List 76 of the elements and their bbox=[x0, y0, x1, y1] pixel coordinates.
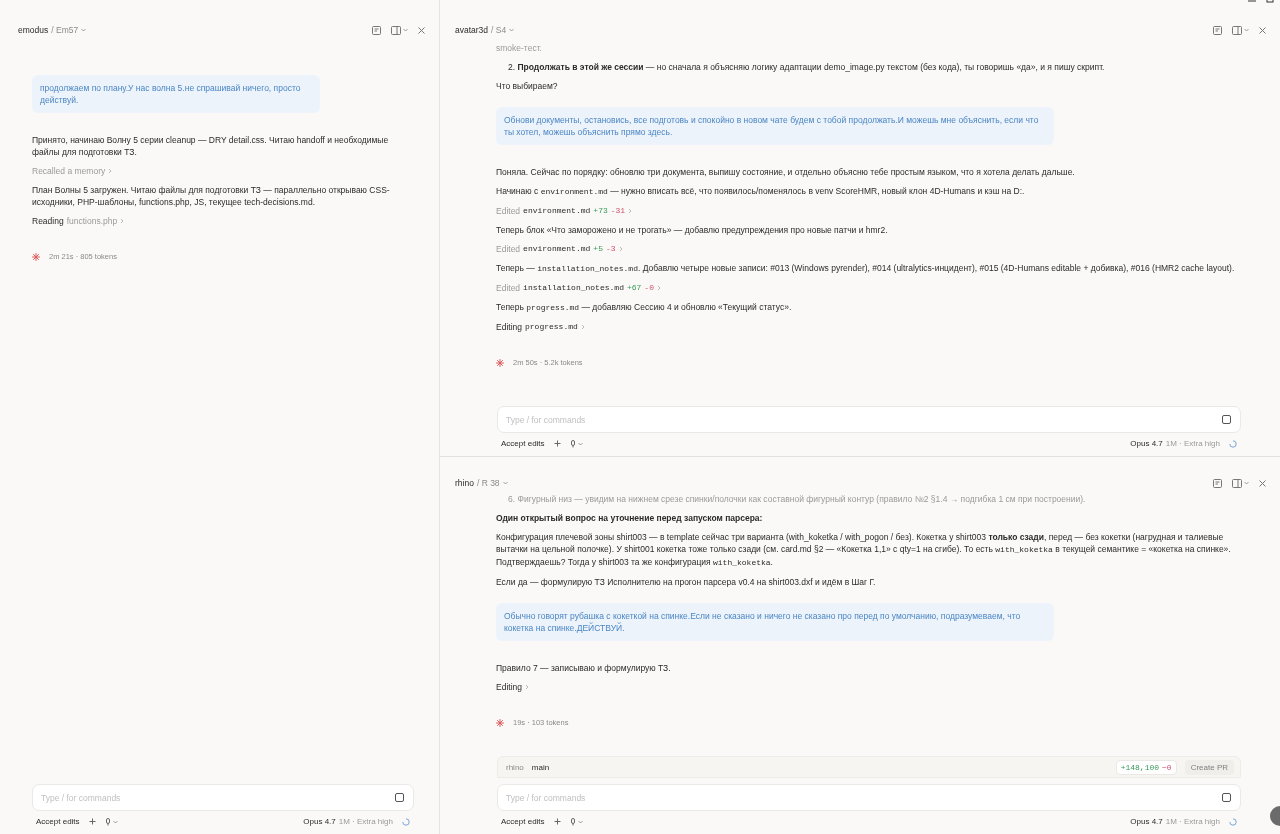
caret-icon bbox=[509, 28, 515, 32]
close-icon[interactable] bbox=[1259, 479, 1266, 487]
message-text: Начинаю с environment.md — нужно вписать всё, что появилось/поменялось в venv ScoreHMR, новый клон 4D-Humans и кэш на D:. bbox=[496, 185, 1026, 198]
tool-step[interactable]: Edited installation_notes.md +67 -0 bbox=[496, 282, 661, 294]
model-selector[interactable]: Opus 4.7 1M · Extra high bbox=[303, 817, 393, 826]
tool-step[interactable]: Edited environment.md +73 -31 bbox=[496, 205, 633, 217]
plus-icon[interactable] bbox=[553, 440, 561, 447]
split-view-button[interactable] bbox=[391, 25, 408, 35]
chevron-icon bbox=[628, 208, 633, 214]
accept-edits-button[interactable]: Accept edits bbox=[501, 817, 545, 826]
notes-icon[interactable] bbox=[372, 25, 381, 35]
close-icon[interactable] bbox=[418, 26, 425, 34]
mic-button[interactable] bbox=[104, 817, 118, 826]
asterisk-icon bbox=[496, 718, 504, 727]
chevron-icon bbox=[618, 246, 623, 252]
loading-icon bbox=[402, 817, 410, 826]
model-selector[interactable]: Opus 4.7 1M · Extra high bbox=[1130, 817, 1220, 826]
diff-stat: +148,100 −0 bbox=[1115, 759, 1177, 775]
chevron-icon bbox=[120, 218, 125, 224]
message-text: План Волны 5 загружен. Читаю файлы для подготовки ТЗ — параллельно открываю CSS-исходники, PHP-шаблоны, functions.php, JS, текущее tech-decisions.md. bbox=[32, 184, 391, 208]
list-item: 2. Продолжать в этой же сессии — но сначала я объясняю логику адаптации demo_image.py текстом (без кода), ты говоришь «да», и я пишу скрипт. bbox=[507, 61, 1106, 73]
branch-label[interactable]: main bbox=[531, 762, 1108, 772]
message-text: Один открытый вопрос на уточнение перед запуском парсера: bbox=[496, 512, 764, 524]
accept-edits-button[interactable]: Accept edits bbox=[501, 439, 545, 448]
caret-icon bbox=[1244, 28, 1249, 32]
caret-icon bbox=[81, 28, 87, 32]
user-message: продолжаем по плану.У нас волна 5.не спрашивай ничего, просто действуй. bbox=[32, 75, 320, 113]
stop-button[interactable] bbox=[1222, 415, 1231, 424]
accept-edits-button[interactable]: Accept edits bbox=[36, 817, 80, 826]
tool-step[interactable]: Editing bbox=[496, 681, 529, 693]
message-text: Поняла. Сейчас по порядку: обновлю три документа, выпишу состояние, и отдельно объясню тебе простым языком, что я хотела делать дальше. bbox=[496, 166, 1076, 178]
message-text: Теперь блок «Что заморожено и не трогать» — добавлю предупреждения про новые патчи и hmr2. bbox=[496, 224, 889, 236]
stop-button[interactable] bbox=[1222, 793, 1231, 802]
message-text: Теперь — installation_notes.md. Добавлю четыре новые записи: #013 (Windows pyrender), #014 (ultralytics-инцидент), #015 (4D-Humans editable + добивка), #016 (HMR2 cache layout). bbox=[496, 262, 1236, 275]
tool-step[interactable]: Reading functions.php bbox=[32, 215, 125, 227]
message-text: Если да — формулирую ТЗ Исполнителю на прогон парсера v0.4 на shirt003.dxf и идём в Шаг Г. bbox=[496, 576, 877, 588]
session-title[interactable]: avatar3d / S4 bbox=[455, 25, 515, 35]
chevron-icon bbox=[656, 285, 661, 291]
tool-step[interactable]: Edited environment.md +5 -3 bbox=[496, 243, 623, 255]
chevron-icon bbox=[525, 684, 529, 690]
stop-button[interactable] bbox=[395, 793, 404, 802]
repo-label: rhino bbox=[506, 762, 524, 772]
message-text: Принято, начинаю Волну 5 серии cleanup — DRY detail.css. Читаю handoff и необходимые файлы для подготовки ТЗ. bbox=[32, 134, 390, 158]
caret-icon bbox=[502, 481, 508, 485]
caret-icon bbox=[403, 28, 408, 32]
plus-icon[interactable] bbox=[88, 818, 96, 825]
session-title[interactable]: rhino / R 38 bbox=[455, 478, 508, 488]
list-item: 6. Фигурный низ — увидим на нижнем срезе спинки/полочки как составной фигурный контур (правило №2 §1.4 → подгибка 1 см при построении). bbox=[507, 493, 1087, 505]
caret-icon bbox=[1244, 481, 1249, 485]
split-view-button[interactable] bbox=[1232, 478, 1249, 488]
close-icon[interactable] bbox=[1259, 26, 1266, 34]
message-text: Правило 7 — записываю и формулирую ТЗ. bbox=[496, 662, 672, 674]
tool-step[interactable]: Editing progress.md bbox=[496, 321, 585, 333]
chevron-icon bbox=[108, 168, 113, 174]
caret-icon bbox=[577, 441, 583, 446]
user-message: Обычно говорят рубашка с кокеткой на спинке.Если не сказано и ничего не сказано про перед по умолчанию, подразумеваем, что кокетка на спинке.ДЕЙСТВУЙ. bbox=[496, 603, 1054, 641]
message-text: Теперь progress.md — добавляю Сессию 4 и обновлю «Текущий статус». bbox=[496, 301, 793, 314]
asterisk-icon bbox=[32, 252, 40, 261]
message-text: Что выбираем? bbox=[496, 80, 559, 92]
split-view-button[interactable] bbox=[1232, 25, 1249, 35]
caret-icon bbox=[112, 819, 118, 824]
mic-button[interactable] bbox=[569, 439, 583, 448]
notes-icon[interactable] bbox=[1213, 25, 1222, 35]
loading-icon bbox=[1229, 439, 1237, 448]
session-title[interactable]: emodus / Em57 bbox=[18, 25, 87, 35]
asterisk-icon bbox=[496, 358, 504, 367]
message-text: smoke-тест. bbox=[496, 42, 543, 54]
notes-icon[interactable] bbox=[1213, 478, 1222, 488]
model-selector[interactable]: Opus 4.7 1M · Extra high bbox=[1130, 439, 1220, 448]
mic-button[interactable] bbox=[569, 817, 583, 826]
loading-icon bbox=[1229, 817, 1237, 826]
caret-icon bbox=[577, 819, 583, 824]
chevron-icon bbox=[580, 324, 585, 330]
message-text: Конфигурация плечевой зоны shirt003 — в template сейчас три варианта (with_koketka / with_pogon / без). Кокетка у shirt003 только сзади, перед — без кокетки (нагрудная и талиевые вытачки на цельной полочке). У shirt001 кокетка тоже только сзади (см. card.md §2 — «Кокетка 1,1» с qty=1 на сгибе). То есть with_koketka в текущей семантике = «кокетка на спинке». Подтверждаешь? Тогда у shirt003 та же конфигурация with_koketka. bbox=[496, 531, 1232, 569]
user-message: Обнови документы, остановись, все подготовь и спокойно в новом чате будем с тобой продолжать.И можешь мне объяснить, если что ты хотел, можешь объяснить прямо здесь. bbox=[496, 107, 1054, 145]
plus-icon[interactable] bbox=[553, 818, 561, 825]
